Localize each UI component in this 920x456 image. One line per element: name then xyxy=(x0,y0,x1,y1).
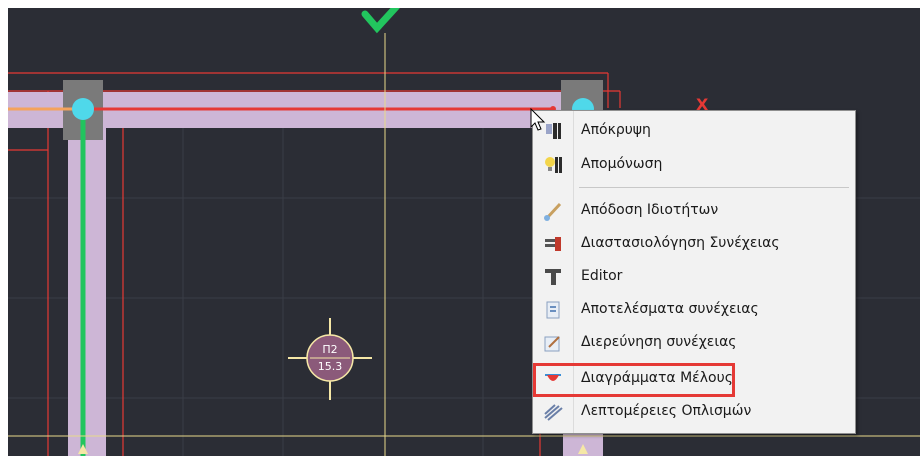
node-left xyxy=(72,98,94,120)
pillar-name-label: Π2 xyxy=(322,343,337,356)
isolate-lightbulb-icon xyxy=(543,155,563,175)
mouse-cursor-icon xyxy=(530,108,546,131)
menu-item-label: Λεπτομέρειες Οπλισμών xyxy=(581,403,752,419)
dimensioning-icon xyxy=(543,234,563,254)
brush-icon xyxy=(543,201,563,221)
pillar-marker[interactable]: Π2 15.3 xyxy=(288,318,372,400)
menu-item-label: Απόδοση Ιδιοτήτων xyxy=(581,202,719,218)
menu-item-apply-properties[interactable]: Απόδοση Ιδιοτήτων xyxy=(533,196,855,226)
y-axis-marker-icon xyxy=(361,8,400,34)
menu-item-isolate[interactable]: Απομόνωση xyxy=(533,150,855,180)
menu-item-label: Απόκρυψη xyxy=(581,122,651,138)
editor-t-icon xyxy=(543,267,563,287)
menu-item-highlight-box xyxy=(533,363,735,397)
menu-item-continuity-dimensioning[interactable]: Διαστασιολόγηση Συνέχειας xyxy=(533,229,855,259)
beam-vertical-left xyxy=(68,92,106,456)
menu-item-label: Editor xyxy=(581,268,623,284)
menu-item-hide[interactable]: Απόκρυψη xyxy=(533,116,855,146)
menu-item-continuity-investigation[interactable]: Διερεύνηση συνέχειας xyxy=(533,328,855,358)
menu-item-label: Διερεύνηση συνέχειας xyxy=(581,334,737,350)
menu-item-editor[interactable]: Editor xyxy=(533,262,855,292)
menu-item-label: Απομόνωση xyxy=(581,156,663,172)
menu-separator xyxy=(579,187,849,188)
menu-item-continuity-results[interactable]: Αποτελέσματα συνέχειας xyxy=(533,295,855,325)
menu-item-label: Διαστασιολόγηση Συνέχειας xyxy=(581,235,780,251)
menu-item-reinforcement-details[interactable]: Λεπτομέρειες Οπλισμών xyxy=(533,397,855,427)
menu-item-label: Αποτελέσματα συνέχειας xyxy=(581,301,759,317)
reinforcement-details-icon xyxy=(543,402,563,422)
investigation-icon xyxy=(543,333,563,353)
pillar-value-label: 15.3 xyxy=(318,360,343,373)
results-document-icon xyxy=(543,300,563,320)
viewport: X Π2 15.3 Απόκρυψη Απομόνωση Απόδοση Ιδι… xyxy=(0,0,920,456)
